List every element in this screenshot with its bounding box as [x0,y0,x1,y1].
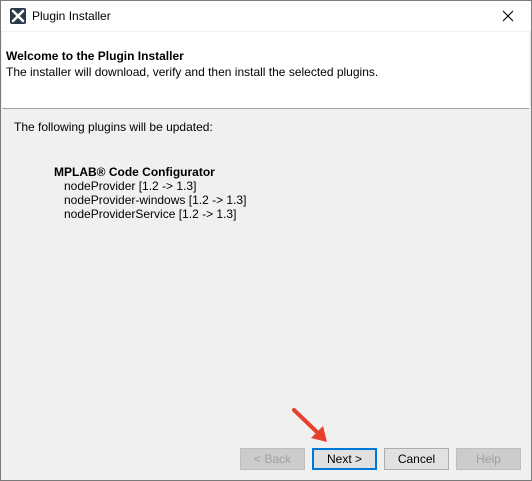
mplab-x-icon [10,8,26,24]
annotation-arrow-icon [292,408,327,442]
header-title: Welcome to the Plugin Installer [6,49,184,63]
header-panel: Welcome to the Plugin Installer The inst… [2,32,529,109]
header-description: The installer will download, verify and … [6,65,379,79]
intro-text: The following plugins will be updated: [14,120,213,134]
help-button[interactable]: Help [456,448,521,470]
plugin-name: MPLAB® Code Configurator [54,165,215,179]
close-button[interactable] [485,1,531,31]
plugin-installer-window: Plugin Installer Welcome to the Plugin I… [0,0,532,481]
module-list: nodeProvider [1.2 -> 1.3] nodeProvider-w… [64,179,246,221]
back-button[interactable]: < Back [240,448,305,470]
window-title: Plugin Installer [32,9,111,23]
cancel-button[interactable]: Cancel [384,448,449,470]
list-item: nodeProvider [1.2 -> 1.3] [64,179,197,193]
list-item: nodeProvider-windows [1.2 -> 1.3] [64,193,247,207]
close-icon [502,10,514,22]
title-bar[interactable]: Plugin Installer [1,1,531,31]
list-item: nodeProviderService [1.2 -> 1.3] [64,207,237,221]
next-button[interactable]: Next > [312,448,377,470]
